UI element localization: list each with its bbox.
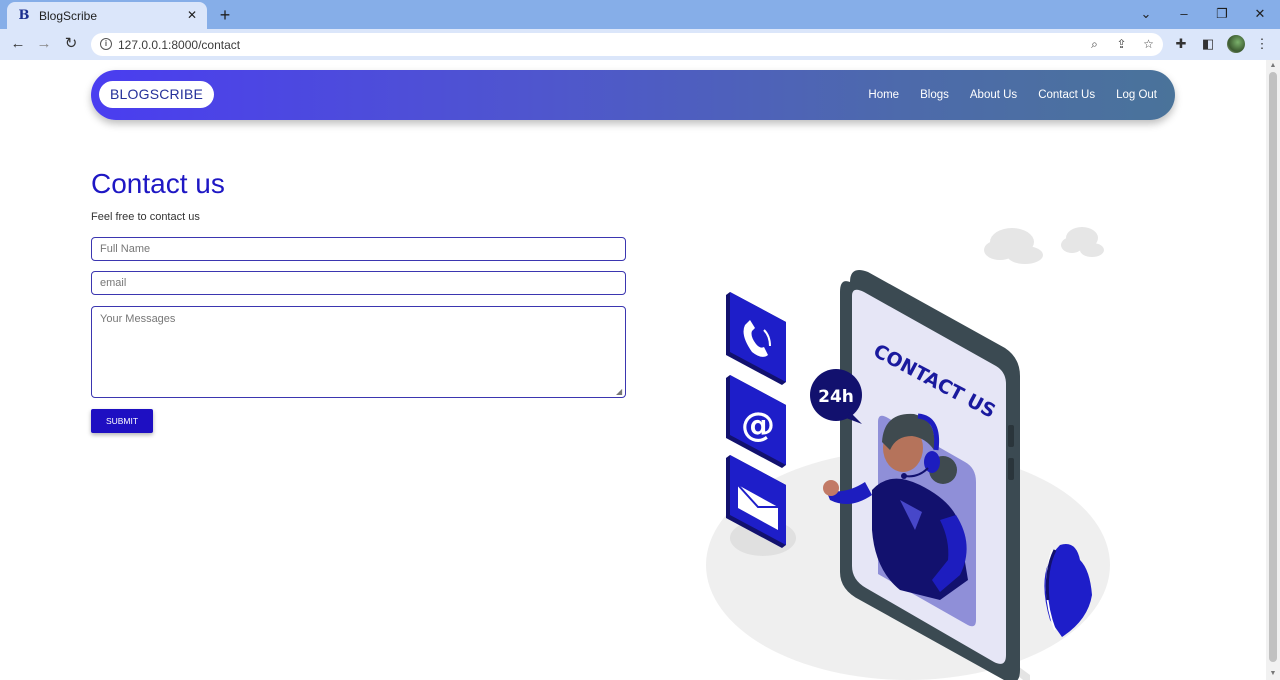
browser-tab-bar: B BlogScribe ✕ + ⌄ – ❐ ✕ xyxy=(0,0,1280,29)
browser-tab[interactable]: B BlogScribe ✕ xyxy=(7,2,207,29)
window-close-icon[interactable]: ✕ xyxy=(1252,6,1268,22)
minimize-icon[interactable]: – xyxy=(1176,6,1192,22)
scrollbar-thumb[interactable] xyxy=(1269,72,1277,662)
tab-search-icon[interactable]: ⌄ xyxy=(1138,6,1154,22)
resize-grip-icon[interactable]: ◢ xyxy=(616,388,624,396)
page-subtitle: Feel free to contact us xyxy=(91,211,200,223)
phone-icon xyxy=(726,292,786,385)
cloud-icon xyxy=(1061,227,1104,257)
info-icon[interactable]: i xyxy=(100,38,112,50)
menu-icon[interactable]: ⋮ xyxy=(1253,35,1271,53)
tab-close-icon[interactable]: ✕ xyxy=(185,8,199,22)
page-scrollbar[interactable]: ▲ ▼ xyxy=(1266,60,1280,680)
forward-arrow-icon[interactable]: → xyxy=(35,35,53,53)
favicon-icon: B xyxy=(18,7,30,23)
submit-button[interactable]: SUBMIT xyxy=(91,409,153,433)
tab-title: BlogScribe xyxy=(39,8,98,23)
nav-link-blogs[interactable]: Blogs xyxy=(920,89,949,101)
address-bar[interactable]: i 127.0.0.1:8000/contact ⌕ ⇪ ☆ xyxy=(91,33,1163,56)
contact-us-illustration: CONTACT US 24h @ xyxy=(706,227,1110,680)
sidebar-icon[interactable]: ◧ xyxy=(1199,35,1217,53)
zoom-icon[interactable]: ⌕ xyxy=(1087,37,1102,52)
star-icon[interactable]: ☆ xyxy=(1141,37,1156,52)
svg-text:@: @ xyxy=(741,405,775,445)
message-textarea[interactable] xyxy=(91,306,626,398)
cloud-icon xyxy=(984,228,1043,264)
reload-icon[interactable]: ↻ xyxy=(62,35,80,53)
nav-link-contact-us[interactable]: Contact Us xyxy=(1038,89,1095,101)
at-sign-icon: @ xyxy=(726,375,786,468)
nav-link-log-out[interactable]: Log Out xyxy=(1116,89,1157,101)
nav-link-about-us[interactable]: About Us xyxy=(970,89,1017,101)
nav-link-home[interactable]: Home xyxy=(868,89,899,101)
nav-links: Home Blogs About Us Contact Us Log Out xyxy=(868,70,1157,120)
scroll-up-icon[interactable]: ▲ xyxy=(1268,61,1278,71)
new-tab-icon[interactable]: + xyxy=(216,6,234,24)
email-input[interactable] xyxy=(91,271,626,295)
page-title: Contact us xyxy=(91,168,225,199)
badge-text: 24h xyxy=(818,387,854,407)
full-name-input[interactable] xyxy=(91,237,626,261)
extensions-icon[interactable]: ✚ xyxy=(1172,35,1190,53)
share-icon[interactable]: ⇪ xyxy=(1114,37,1129,52)
profile-avatar[interactable] xyxy=(1227,35,1245,53)
site-navbar: BLOGSCRIBE Home Blogs About Us Contact U… xyxy=(91,70,1175,120)
scroll-down-icon[interactable]: ▼ xyxy=(1268,669,1278,679)
browser-toolbar: ← → ↻ i 127.0.0.1:8000/contact ⌕ ⇪ ☆ ✚ ◧… xyxy=(0,29,1280,60)
url-text[interactable]: 127.0.0.1:8000/contact xyxy=(118,38,240,52)
back-arrow-icon[interactable]: ← xyxy=(9,35,27,53)
restore-icon[interactable]: ❐ xyxy=(1214,6,1230,22)
brand-logo[interactable]: BLOGSCRIBE xyxy=(99,81,215,108)
page-viewport: BLOGSCRIBE Home Blogs About Us Contact U… xyxy=(0,60,1266,680)
